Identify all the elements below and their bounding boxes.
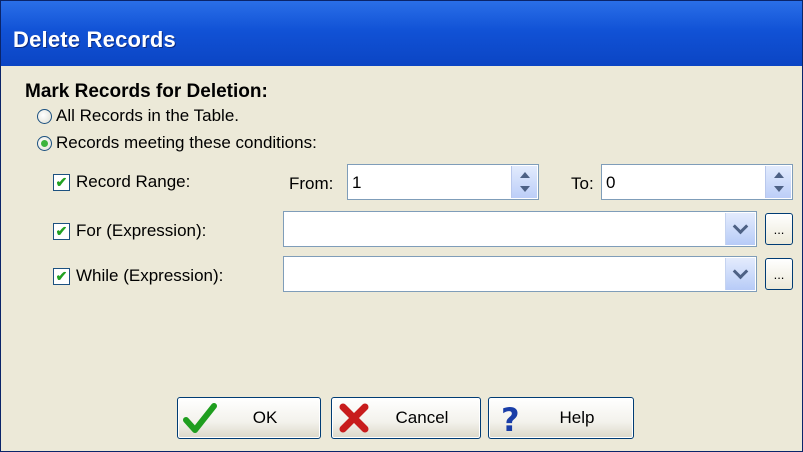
from-spinner[interactable]: 1: [347, 164, 539, 200]
while-expression-combo[interactable]: [283, 256, 757, 292]
chevron-down-icon: [732, 263, 749, 280]
radio-conditions-label: Records meeting these conditions:: [56, 133, 317, 152]
to-spinner-buttons[interactable]: [765, 166, 791, 198]
spin-down-icon[interactable]: [520, 186, 530, 192]
for-expression-dropdown-button[interactable]: [725, 213, 755, 245]
delete-records-dialog: Delete Records Mark Records for Deletion…: [0, 0, 803, 452]
spin-up-icon[interactable]: [520, 172, 530, 178]
x-icon: [339, 403, 369, 433]
from-value[interactable]: 1: [352, 173, 361, 193]
radio-button-unchecked[interactable]: [37, 108, 52, 124]
for-expression-checkbox-row[interactable]: ✔ For (Expression):: [53, 221, 206, 241]
radio-all-records[interactable]: All Records in the Table.: [37, 106, 239, 126]
spin-down-icon[interactable]: [774, 186, 784, 192]
to-value[interactable]: 0: [606, 173, 615, 193]
title-bar[interactable]: Delete Records: [1, 1, 802, 66]
checkmark-icon: [183, 403, 217, 433]
for-expression-checkbox[interactable]: ✔: [53, 222, 70, 240]
record-range-label: Record Range:: [76, 172, 191, 191]
radio-records-meeting-conditions[interactable]: Records meeting these conditions:: [37, 133, 317, 153]
section-label: Mark Records for Deletion:: [25, 81, 268, 102]
while-expression-builder-button[interactable]: ...: [765, 258, 793, 290]
dialog-body: Mark Records for Deletion: All Records i…: [1, 66, 802, 451]
from-label: From:: [289, 174, 334, 193]
radio-button-checked[interactable]: [37, 135, 52, 151]
cancel-button[interactable]: Cancel: [331, 397, 481, 439]
window-title: Delete Records: [13, 27, 176, 52]
to-label: To:: [571, 174, 594, 193]
for-expression-combo[interactable]: [283, 211, 757, 247]
spin-up-icon[interactable]: [774, 172, 784, 178]
for-expression-label: For (Expression):: [76, 221, 207, 240]
to-spinner[interactable]: 0: [601, 164, 793, 200]
while-expression-checkbox[interactable]: ✔: [53, 267, 70, 285]
ok-button[interactable]: OK: [177, 397, 321, 439]
question-mark-icon: ?: [501, 401, 520, 436]
cancel-button-label: Cancel: [395, 408, 449, 427]
help-button[interactable]: ? Help: [488, 397, 634, 439]
ok-button-label: OK: [252, 408, 278, 427]
svg-text:?: ?: [501, 401, 520, 436]
from-spinner-buttons[interactable]: [511, 166, 537, 198]
while-expression-dropdown-button[interactable]: [725, 258, 755, 290]
record-range-checkbox-row[interactable]: ✔ Record Range:: [53, 172, 190, 192]
help-button-label: Help: [559, 408, 595, 427]
while-expression-label: While (Expression):: [76, 266, 224, 285]
while-expression-checkbox-row[interactable]: ✔ While (Expression):: [53, 266, 223, 286]
for-expression-builder-button[interactable]: ...: [765, 213, 793, 245]
radio-all-records-label: All Records in the Table.: [56, 106, 240, 125]
record-range-checkbox[interactable]: ✔: [53, 173, 70, 191]
chevron-down-icon: [732, 218, 749, 235]
